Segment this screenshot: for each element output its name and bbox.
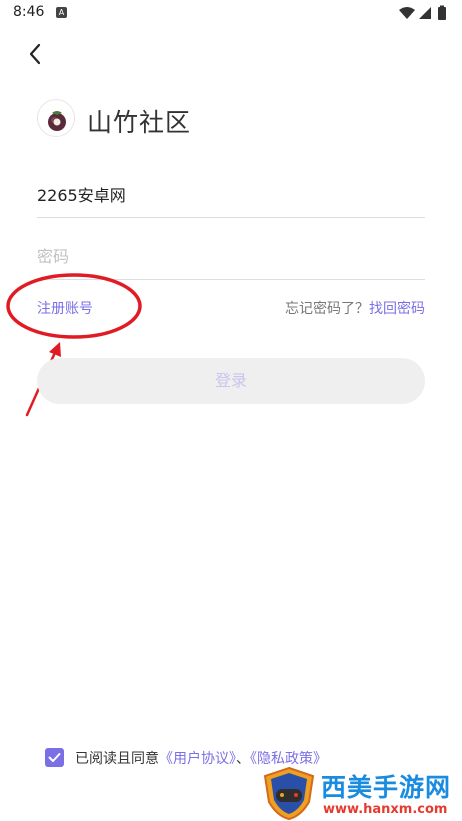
- register-link[interactable]: 注册账号: [37, 298, 93, 318]
- mangosteen-logo-icon: [48, 111, 66, 131]
- username-field-container: [37, 174, 425, 218]
- user-agreement-link[interactable]: 《用户协议》: [159, 751, 236, 767]
- back-button[interactable]: [22, 40, 50, 68]
- app-title: 山竹社区: [87, 108, 192, 137]
- password-field-container: [37, 236, 425, 280]
- notification-icon: A: [56, 7, 67, 18]
- username-input[interactable]: [37, 174, 425, 214]
- checkmark-icon: [48, 753, 61, 762]
- agreement-prefix: 已阅读且同意: [75, 751, 159, 767]
- forgot-password-row: 忘记密码了？找回密码: [285, 298, 425, 318]
- password-input[interactable]: [37, 236, 425, 276]
- status-time: 8:46: [13, 4, 45, 20]
- chevron-left-icon: [29, 43, 41, 65]
- watermark-name: 西美手游网: [321, 773, 452, 802]
- recover-password-link[interactable]: 找回密码: [369, 301, 425, 317]
- status-bar: 8:46 A: [0, 0, 462, 26]
- app-logo: [37, 99, 75, 137]
- battery-icon: [438, 7, 446, 20]
- agreement-checkbox[interactable]: [45, 748, 64, 767]
- watermark-url: www.hanxm.com: [323, 802, 448, 817]
- forgot-password-text: 忘记密码了？: [285, 301, 369, 317]
- login-button[interactable]: 登录: [37, 358, 425, 404]
- signal-icon: [419, 7, 431, 19]
- shield-logo-icon: [263, 766, 315, 820]
- status-icons: [399, 5, 446, 20]
- wifi-icon: [399, 7, 415, 19]
- agreement-separator: 、: [236, 751, 250, 767]
- account-links-row: 注册账号 忘记密码了？找回密码: [37, 298, 425, 320]
- site-watermark: 西美手游网 www.hanxm.com: [257, 762, 462, 821]
